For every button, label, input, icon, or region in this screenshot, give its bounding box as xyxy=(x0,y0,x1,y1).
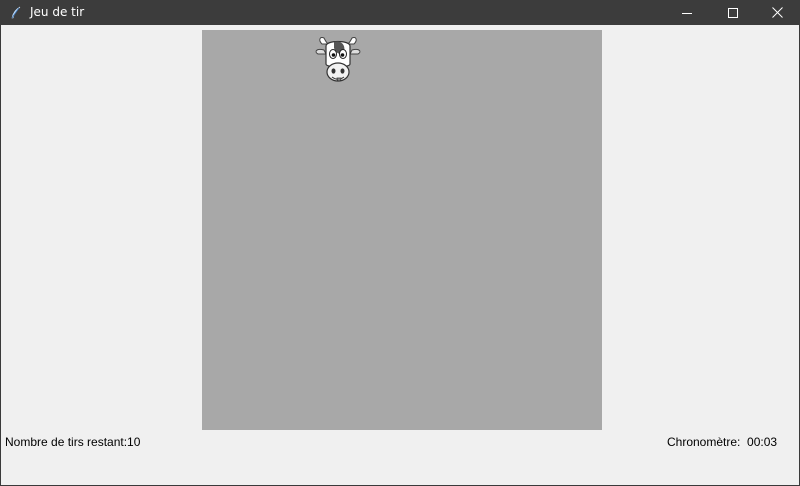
title-bar[interactable]: Jeu de tir xyxy=(0,0,800,25)
close-icon xyxy=(771,3,783,22)
window-title: Jeu de tir xyxy=(30,5,85,19)
feather-icon xyxy=(9,5,23,19)
maximize-icon xyxy=(728,3,738,22)
shots-remaining-label: Nombre de tirs restant:10 xyxy=(5,435,141,449)
maximize-button[interactable] xyxy=(710,0,756,25)
minimize-icon xyxy=(682,3,692,22)
cow-head-icon xyxy=(315,37,361,82)
game-canvas[interactable] xyxy=(202,30,602,430)
chronometer-label: Chronomètre: xyxy=(667,435,741,449)
chronometer-display: Chronomètre: 00:03 xyxy=(667,435,777,450)
close-button[interactable] xyxy=(754,0,800,25)
app-window: Jeu de tir Nombre de tirs restant:10 Chr… xyxy=(0,0,800,486)
minimize-button[interactable] xyxy=(664,0,710,25)
chronometer-value: 00:03 xyxy=(747,435,778,449)
cow-head-target[interactable] xyxy=(314,34,362,86)
